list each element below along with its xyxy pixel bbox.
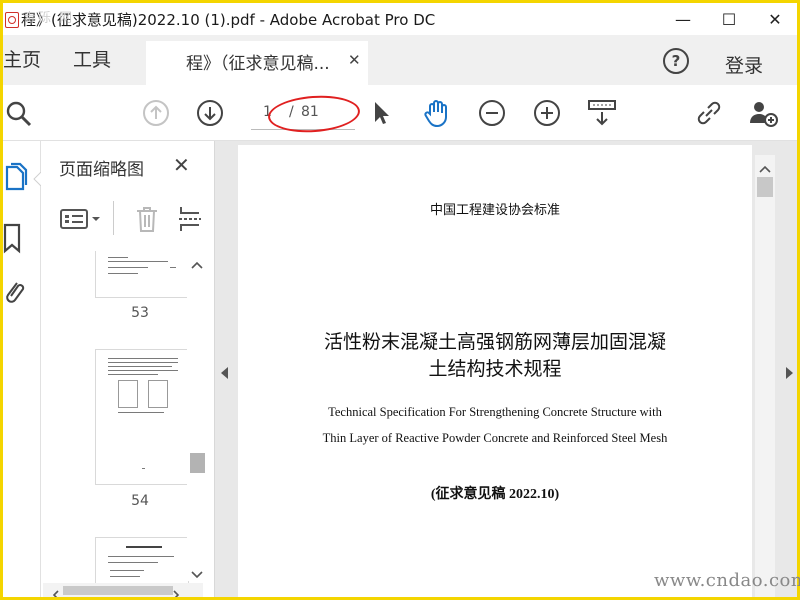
thumbnail-pane-title: 页面缩略图 [59, 160, 144, 180]
document-tab-close-icon[interactable]: ✕ [348, 51, 361, 69]
thumbnail-number: 54 [131, 493, 149, 509]
organization-line: 中国工程建设协会标准 [429, 203, 560, 218]
thumbnail-horizontal-scrollbar[interactable] [43, 583, 203, 597]
chinese-title-line-1: 活性粉末混凝土高强钢筋网薄层加固混凝 [323, 331, 666, 353]
thumbnail-vertical-scrollbar[interactable] [187, 251, 207, 581]
add-user-icon[interactable] [747, 85, 779, 140]
next-page-icon[interactable] [195, 85, 225, 140]
toolbar-divider [113, 201, 114, 235]
english-title-line-2: Thin Layer of Reactive Powder Concrete a… [322, 431, 668, 445]
tab-tools[interactable]: 工具 [73, 35, 111, 85]
english-title: Technical Specification For Strengthenin… [238, 399, 752, 451]
document-tab-label: 程》（征求意见稿... [186, 54, 330, 74]
thumbnail-pane-close-icon[interactable]: ✕ [173, 153, 190, 177]
crop-icon[interactable] [177, 205, 203, 233]
attachments-icon[interactable] [3, 277, 33, 311]
chinese-title-line-2: 土结构技术规程 [428, 358, 562, 380]
main-toolbar: 1 / 81 [3, 85, 797, 141]
tab-row: 主页 工具 程》（征求意见稿... ✕ ? 登录 [3, 35, 797, 85]
page-separator: / [289, 104, 294, 120]
minimize-button[interactable]: — [660, 3, 706, 35]
draft-note: (征求意见稿 2022.10) [430, 487, 560, 502]
tab-home[interactable]: 主页 [3, 35, 41, 85]
bookmarks-icon[interactable] [3, 221, 33, 255]
scroll-down-arrow[interactable] [190, 565, 204, 584]
thumbnail-scroll-thumb[interactable] [190, 453, 205, 473]
tab-document[interactable]: 程》（征求意见稿... ✕ [146, 41, 368, 85]
horizontal-scroll-thumb[interactable] [63, 586, 173, 595]
scroll-up-arrow[interactable] [190, 255, 204, 274]
thumbnail-number: 53 [131, 305, 149, 321]
thumbnails-icon[interactable] [3, 161, 33, 195]
acrobat-app-icon [5, 12, 19, 28]
doc-scroll-up-arrow[interactable] [758, 159, 772, 178]
search-icon[interactable] [3, 85, 33, 140]
thumbnail-page-54[interactable] [95, 349, 189, 485]
scroll-mode-icon[interactable] [587, 85, 617, 140]
overlay-watermark: 毒砾 网 [23, 11, 75, 26]
help-icon[interactable]: ? [663, 48, 689, 74]
close-window-button[interactable]: ✕ [752, 3, 797, 35]
title-bar: 程》(征求意见稿)2022.10 (1).pdf - Adobe Acrobat… [3, 3, 797, 35]
expand-right-pane-arrow[interactable] [785, 367, 793, 382]
current-page-input[interactable]: 1 [263, 104, 272, 120]
window-title: 程》(征求意见稿)2022.10 (1).pdf - Adobe Acrobat… [21, 11, 436, 29]
zoom-out-icon[interactable] [477, 85, 507, 140]
delete-icon[interactable] [135, 205, 159, 233]
hand-tool-icon[interactable] [421, 85, 453, 140]
prev-page-icon[interactable] [141, 85, 171, 140]
thumbnail-toolbar [41, 193, 214, 243]
english-title-line-1: Technical Specification For Strengthenin… [328, 405, 662, 419]
login-button[interactable]: 登录 [725, 51, 763, 78]
pdf-page: 中国工程建设协会标准 活性粉末混凝土高强钢筋网薄层加固混凝 土结构技术规程 Te… [238, 145, 752, 597]
thumbnail-page-55[interactable] [95, 537, 189, 589]
total-pages: 81 [301, 104, 319, 120]
collapse-left-pane-arrow[interactable] [221, 367, 229, 382]
document-scroll-thumb[interactable] [757, 177, 773, 197]
site-watermark: www.cndao.com [654, 570, 800, 591]
maximize-button[interactable]: ☐ [706, 3, 752, 35]
zoom-in-icon[interactable] [532, 85, 562, 140]
thumbnail-page-53[interactable] [95, 251, 189, 298]
share-link-icon[interactable] [693, 85, 725, 140]
scroll-right-arrow[interactable] [171, 585, 181, 597]
acrobat-window: 程》(征求意见稿)2022.10 (1).pdf - Adobe Acrobat… [3, 3, 797, 597]
left-icon-strip [3, 141, 42, 597]
thumb-options-icon[interactable] [59, 207, 105, 231]
select-cursor-icon[interactable] [369, 85, 393, 140]
scroll-left-arrow[interactable] [51, 585, 61, 597]
chinese-title: 活性粉末混凝土高强钢筋网薄层加固混凝 土结构技术规程 [238, 329, 752, 383]
page-number-box[interactable]: 1 / 81 [251, 99, 355, 130]
active-panel-indicator [33, 171, 42, 187]
document-vertical-scrollbar[interactable] [755, 155, 775, 597]
document-viewport[interactable]: 中国工程建设协会标准 活性粉末混凝土高强钢筋网薄层加固混凝 土结构技术规程 Te… [215, 141, 797, 597]
thumbnail-pane: 页面缩略图 ✕ 53 54 [41, 141, 215, 597]
